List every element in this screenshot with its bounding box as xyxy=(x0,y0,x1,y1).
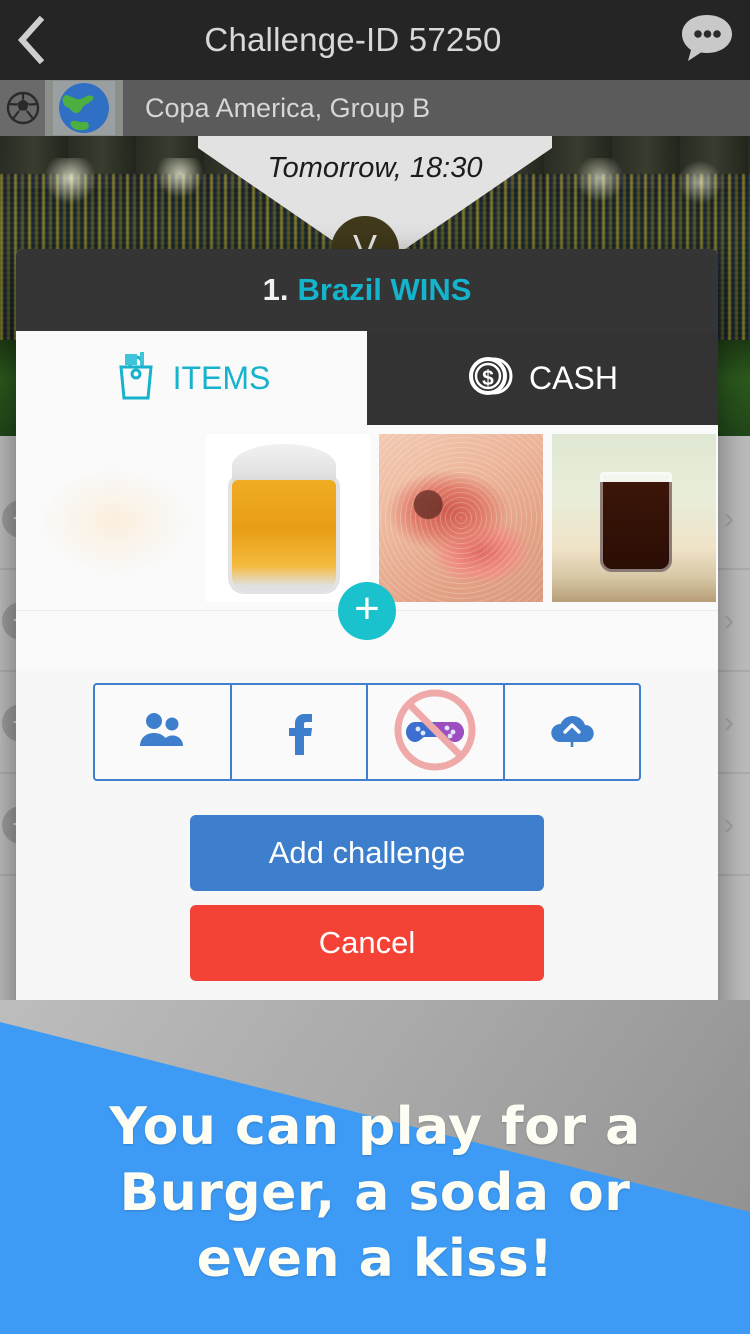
shopping-bag-icon xyxy=(113,351,159,406)
modal-header: 1. Brazil WINS xyxy=(16,249,718,331)
promo-banner-text: You can play for a Burger, a soda or eve… xyxy=(0,1094,750,1292)
cancel-button[interactable]: Cancel xyxy=(190,905,544,981)
facebook-icon xyxy=(284,705,314,760)
burger-thumbnail[interactable] xyxy=(33,433,197,602)
opponent-selector-row xyxy=(93,683,641,781)
dollar-coin-icon: $ xyxy=(467,352,515,405)
share-random-opponent-disabled[interactable] xyxy=(368,685,505,779)
tab-items[interactable]: ITEMS xyxy=(16,331,367,425)
share-facebook[interactable] xyxy=(232,685,368,779)
cloud-upload-icon xyxy=(547,709,597,756)
kiss-thumbnail[interactable] xyxy=(379,433,543,602)
add-challenge-button[interactable]: Add challenge xyxy=(190,815,544,891)
tab-items-label: ITEMS xyxy=(172,359,271,396)
page-title: Challenge-ID 57250 xyxy=(204,21,502,58)
chevron-right-icon: › xyxy=(724,808,734,841)
add-item-row: + xyxy=(16,582,718,669)
friends-icon xyxy=(139,710,185,755)
chat-button[interactable] xyxy=(664,0,750,80)
beer-thumbnail[interactable] xyxy=(206,433,370,602)
chevron-right-icon: › xyxy=(724,604,734,637)
modal-actions: Add challenge Cancel xyxy=(16,815,718,981)
add-item-button[interactable]: + xyxy=(338,582,396,640)
challenge-modal: 1. Brazil WINS ITEMS $ CASH + Add challe… xyxy=(16,249,718,1033)
globe-icon xyxy=(45,80,123,136)
promo-line-2: Burger, a soda or xyxy=(119,1163,631,1223)
promo-line-3: even a kiss! xyxy=(196,1229,554,1289)
share-public[interactable] xyxy=(505,685,640,779)
outcome-index: 1. xyxy=(262,272,289,307)
outcome-label: Brazil WINS xyxy=(297,272,472,307)
tab-cash-label: CASH xyxy=(529,359,618,396)
top-navigation-bar: Challenge-ID 57250 xyxy=(0,0,750,80)
chat-bubble-icon xyxy=(678,11,736,70)
tab-cash[interactable]: $ CASH xyxy=(367,331,718,425)
promo-line-1: You can play for a xyxy=(109,1097,641,1157)
app-screen: Tomorrow, 18:30 V + › + › + › + › 1. Bra… xyxy=(0,0,750,1334)
no-gamepad-icon xyxy=(389,684,481,781)
chevron-right-icon: › xyxy=(724,502,734,535)
soccer-ball-icon xyxy=(0,80,45,136)
stake-type-tabs: ITEMS $ CASH xyxy=(16,331,718,425)
league-name: Copa America, Group B xyxy=(145,92,431,123)
plus-icon: + xyxy=(354,583,380,633)
soda-thumbnail[interactable] xyxy=(552,433,716,602)
league-bar: Copa America, Group B xyxy=(0,80,750,136)
svg-text:$: $ xyxy=(482,367,494,390)
match-time: Tomorrow, 18:30 xyxy=(267,152,483,184)
chevron-right-icon: › xyxy=(724,706,734,739)
share-friends[interactable] xyxy=(95,685,232,779)
